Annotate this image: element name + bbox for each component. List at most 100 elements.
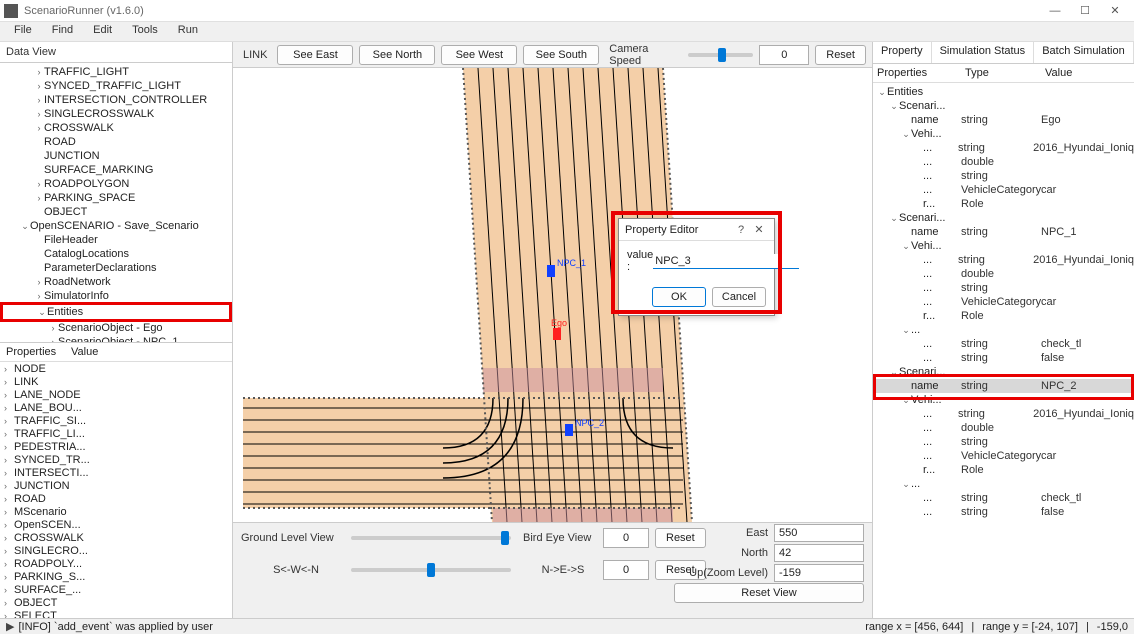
property-row[interactable]: r...Role bbox=[873, 309, 1134, 323]
property-row[interactable]: namestringNPC_2 bbox=[873, 379, 1134, 393]
leftprops-item[interactable]: ›PARKING_S... bbox=[0, 570, 232, 583]
tree-item[interactable]: ›ScenarioObject - Ego bbox=[0, 321, 232, 335]
close-button[interactable]: ✕ bbox=[1100, 0, 1130, 22]
property-row[interactable]: ...VehicleCategorycar bbox=[873, 449, 1134, 463]
north-value[interactable] bbox=[774, 544, 864, 562]
leftprops-item[interactable]: ›OBJECT bbox=[0, 596, 232, 609]
dialog-close-icon[interactable]: ✕ bbox=[750, 223, 768, 236]
menu-run[interactable]: Run bbox=[168, 22, 208, 41]
east-value[interactable] bbox=[774, 524, 864, 542]
minimize-button[interactable]: — bbox=[1040, 0, 1070, 22]
leftprops-item[interactable]: ›ROADPOLY... bbox=[0, 557, 232, 570]
dialog-cancel-button[interactable]: Cancel bbox=[712, 287, 766, 307]
property-row[interactable]: namestringEgo bbox=[873, 113, 1134, 127]
tree-item[interactable]: ›ScenarioObject - NPC_1 bbox=[0, 335, 232, 342]
up-value[interactable] bbox=[774, 564, 864, 582]
property-row[interactable]: ...stringfalse bbox=[873, 505, 1134, 519]
property-row[interactable]: ...string bbox=[873, 169, 1134, 183]
vehicle-npc1[interactable] bbox=[547, 265, 555, 277]
property-row[interactable]: ...string bbox=[873, 435, 1134, 449]
tree-item[interactable]: ›SINGLECROSSWALK bbox=[0, 107, 232, 121]
see-east-button[interactable]: See East bbox=[277, 45, 353, 65]
tree-item[interactable]: SURFACE_MARKING bbox=[0, 163, 232, 177]
property-row[interactable]: ⌄Scenari... bbox=[873, 365, 1134, 379]
leftprops-item[interactable]: ›SYNCED_TR... bbox=[0, 453, 232, 466]
menu-tools[interactable]: Tools bbox=[122, 22, 168, 41]
tree-item[interactable]: FileHeader bbox=[0, 233, 232, 247]
leftprops-item[interactable]: ›CROSSWALK bbox=[0, 531, 232, 544]
tree-item[interactable]: ›INTERSECTION_CONTROLLER bbox=[0, 93, 232, 107]
dialog-value-input[interactable] bbox=[653, 254, 799, 269]
property-row[interactable]: ⌄... bbox=[873, 477, 1134, 491]
camera-speed-slider[interactable] bbox=[688, 53, 753, 57]
see-south-button[interactable]: See South bbox=[523, 45, 599, 65]
property-row[interactable]: ...double bbox=[873, 421, 1134, 435]
property-row[interactable]: ...VehicleCategorycar bbox=[873, 295, 1134, 309]
camera-speed-value[interactable] bbox=[759, 45, 809, 65]
property-row[interactable]: ...stringcheck_tl bbox=[873, 491, 1134, 505]
reset-view-button[interactable]: Reset View bbox=[674, 583, 864, 603]
leftprops-item[interactable]: ›OpenSCEN... bbox=[0, 518, 232, 531]
tree-item[interactable]: ›SYNCED_TRAFFIC_LIGHT bbox=[0, 79, 232, 93]
leftprops-item[interactable]: ›LINK bbox=[0, 375, 232, 388]
tree-item[interactable]: ROAD bbox=[0, 135, 232, 149]
leftprops-item[interactable]: ›TRAFFIC_SI... bbox=[0, 414, 232, 427]
leftprops-item[interactable]: ›PEDESTRIA... bbox=[0, 440, 232, 453]
leftprops-item[interactable]: ›LANE_NODE bbox=[0, 388, 232, 401]
leftprops-item[interactable]: ›SINGLECRO... bbox=[0, 544, 232, 557]
property-row[interactable]: ...string bbox=[873, 281, 1134, 295]
tab-simulation-status[interactable]: Simulation Status bbox=[932, 42, 1035, 63]
tab-property[interactable]: Property bbox=[873, 42, 932, 63]
property-row[interactable]: ...double bbox=[873, 267, 1134, 281]
tree-item[interactable]: ›RoadNetwork bbox=[0, 275, 232, 289]
property-row[interactable]: ⌄Scenari... bbox=[873, 99, 1134, 113]
tree-item[interactable]: ›ROADPOLYGON bbox=[0, 177, 232, 191]
property-row[interactable]: ⌄... bbox=[873, 323, 1134, 337]
dialog-help-icon[interactable]: ? bbox=[732, 224, 750, 236]
maximize-button[interactable]: ☐ bbox=[1070, 0, 1100, 22]
property-row[interactable]: r...Role bbox=[873, 463, 1134, 477]
menu-edit[interactable]: Edit bbox=[83, 22, 122, 41]
leftprops-item[interactable]: ›LANE_BOU... bbox=[0, 401, 232, 414]
property-row[interactable]: ...stringfalse bbox=[873, 351, 1134, 365]
tree-item[interactable]: OBJECT bbox=[0, 205, 232, 219]
menu-file[interactable]: File bbox=[4, 22, 42, 41]
vehicle-npc2[interactable] bbox=[565, 424, 573, 436]
property-row[interactable]: ⌄Vehi... bbox=[873, 239, 1134, 253]
see-west-button[interactable]: See West bbox=[441, 45, 517, 65]
camera-reset-button[interactable]: Reset bbox=[815, 45, 866, 65]
leftprops-item[interactable]: ›SELECT bbox=[0, 609, 232, 618]
property-row[interactable]: ⌄Entities bbox=[873, 85, 1134, 99]
tree-item[interactable]: ›SimulatorInfo bbox=[0, 289, 232, 303]
leftprops-item[interactable]: ›INTERSECTI... bbox=[0, 466, 232, 479]
leftprops-item[interactable]: ›NODE bbox=[0, 362, 232, 375]
tree-item[interactable]: ›CROSSWALK bbox=[0, 121, 232, 135]
ground-level-slider[interactable] bbox=[351, 536, 511, 540]
scenario-canvas[interactable]: NPC_1 Ego NPC_2 bbox=[233, 68, 872, 522]
see-north-button[interactable]: See North bbox=[359, 45, 435, 65]
dialog-ok-button[interactable]: OK bbox=[652, 287, 706, 307]
compass-slider[interactable] bbox=[351, 568, 511, 572]
property-row[interactable]: ...VehicleCategorycar bbox=[873, 183, 1134, 197]
leftprops-item[interactable]: ›SURFACE_... bbox=[0, 583, 232, 596]
dataview-tree[interactable]: ›TRAFFIC_LIGHT›SYNCED_TRAFFIC_LIGHT›INTE… bbox=[0, 63, 232, 342]
leftprops-list[interactable]: ›NODE›LINK›LANE_NODE›LANE_BOU...›TRAFFIC… bbox=[0, 362, 232, 618]
menu-find[interactable]: Find bbox=[42, 22, 83, 41]
tree-item[interactable]: ⌄OpenSCENARIO - Save_Scenario bbox=[0, 219, 232, 233]
leftprops-item[interactable]: ›JUNCTION bbox=[0, 479, 232, 492]
tree-item[interactable]: ⌄Entities bbox=[3, 305, 229, 319]
property-row[interactable]: namestringNPC_1 bbox=[873, 225, 1134, 239]
tree-item[interactable]: CatalogLocations bbox=[0, 247, 232, 261]
property-row[interactable]: ...string2016_Hyundai_Ioniq bbox=[873, 407, 1134, 421]
property-row[interactable]: ...string2016_Hyundai_Ioniq bbox=[873, 253, 1134, 267]
leftprops-item[interactable]: ›TRAFFIC_LI... bbox=[0, 427, 232, 440]
tree-item[interactable]: ›TRAFFIC_LIGHT bbox=[0, 65, 232, 79]
property-row[interactable]: ...string2016_Hyundai_Ioniq bbox=[873, 141, 1134, 155]
property-tree[interactable]: ⌄Entities⌄Scenari...namestringEgo⌄Vehi..… bbox=[873, 83, 1134, 618]
property-row[interactable]: ⌄Vehi... bbox=[873, 127, 1134, 141]
tree-item[interactable]: ›PARKING_SPACE bbox=[0, 191, 232, 205]
property-row[interactable]: ...double bbox=[873, 155, 1134, 169]
tab-batch-simulation[interactable]: Batch Simulation bbox=[1034, 42, 1134, 63]
tree-item[interactable]: JUNCTION bbox=[0, 149, 232, 163]
leftprops-item[interactable]: ›MScenario bbox=[0, 505, 232, 518]
